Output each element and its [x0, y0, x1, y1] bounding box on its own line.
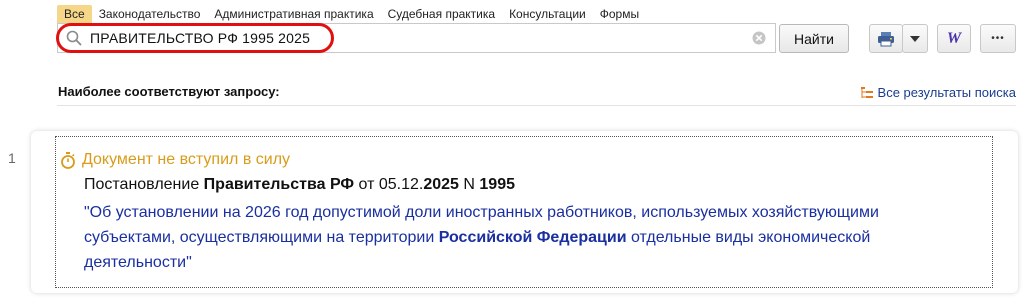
dropdown-arrow-icon [910, 35, 920, 42]
tab-court-practice[interactable]: Судебная практика [381, 5, 502, 23]
doc-type: Постановление [84, 176, 200, 193]
tab-consultations[interactable]: Консультации [502, 5, 593, 23]
printer-icon [878, 31, 894, 46]
doc-year: 2025 [423, 176, 459, 193]
clear-icon[interactable] [752, 31, 766, 45]
tree-icon [860, 86, 873, 98]
more-icon: ••• [991, 33, 1005, 44]
status-line: Документ не вступил в силу [60, 151, 290, 169]
results-heading: Наиболее соответствуют запросу: [58, 84, 280, 99]
search-input[interactable] [90, 27, 730, 49]
all-results-label: Все результаты поиска [877, 85, 1016, 100]
doc-number-prefix: N [463, 176, 475, 193]
print-button[interactable] [869, 24, 903, 53]
tab-legislation[interactable]: Законодательство [92, 5, 208, 23]
document-reference: Постановление Правительства РФ от 05.12.… [84, 176, 515, 194]
export-word-button[interactable]: W [937, 24, 971, 53]
more-button[interactable]: ••• [980, 24, 1016, 53]
status-text: Документ не вступил в силу [82, 151, 291, 168]
search-tabs: Все Законодательство Административная пр… [57, 5, 646, 23]
all-results-link[interactable]: Все результаты поиска [860, 85, 1016, 100]
document-title-link[interactable]: "Об установлении на 2026 год допустимой … [84, 200, 964, 275]
tab-forms[interactable]: Формы [593, 5, 646, 23]
tab-admin-practice[interactable]: Административная практика [207, 5, 380, 23]
print-options-dropdown[interactable] [902, 24, 928, 53]
search-icon [66, 30, 82, 46]
tab-all[interactable]: Все [57, 5, 92, 23]
find-button[interactable]: Найти [779, 24, 849, 53]
title-highlight: Российской Федерации [438, 229, 627, 246]
divider [57, 105, 1016, 106]
doc-issuer: Правительства РФ [203, 176, 355, 193]
result-number: 1 [8, 150, 16, 166]
doc-date-prefix: от 05.12. [358, 176, 424, 193]
word-icon: W [946, 29, 962, 47]
doc-number: 1995 [479, 176, 515, 193]
stopwatch-icon [61, 151, 75, 169]
